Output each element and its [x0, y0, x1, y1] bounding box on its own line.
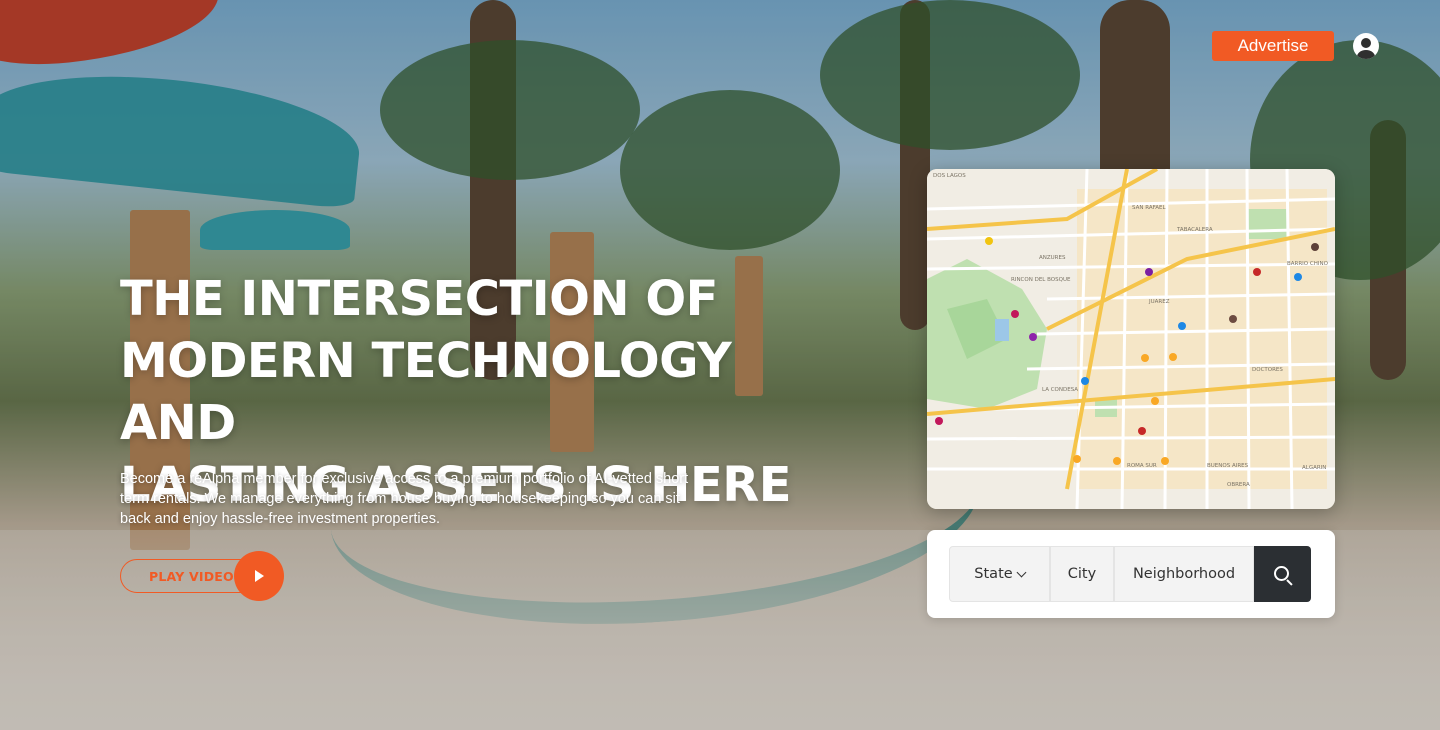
svg-text:RINCON DEL BOSQUE: RINCON DEL BOSQUE — [1011, 277, 1071, 283]
svg-text:ANZURES: ANZURES — [1039, 255, 1066, 261]
svg-text:ALGARIN: ALGARIN — [1302, 465, 1326, 471]
user-icon-head — [1361, 38, 1371, 48]
user-circle-icon[interactable] — [1353, 33, 1379, 59]
play-icon[interactable] — [234, 551, 284, 601]
svg-text:JUAREZ: JUAREZ — [1148, 299, 1170, 305]
search-button[interactable] — [1254, 546, 1311, 602]
headline-line-1: THE INTERSECTION OF — [120, 271, 718, 327]
svg-text:LA CONDESA: LA CONDESA — [1042, 387, 1078, 393]
svg-text:DOS LAGOS: DOS LAGOS — [933, 173, 966, 179]
hero-subcopy: Become a reAlpha member for exclusive ac… — [120, 471, 689, 527]
svg-text:BARRIO CHINO: BARRIO CHINO — [1287, 261, 1329, 267]
state-label: State — [974, 566, 1013, 582]
play-video-label: PLAY VIDEO — [149, 569, 234, 584]
play-triangle — [255, 570, 264, 582]
map-graphic: DOS LAGOS SAN RAFAEL TABACALERA BARRIO C… — [927, 169, 1335, 509]
svg-text:OBRERA: OBRERA — [1227, 482, 1250, 488]
svg-text:TABACALERA: TABACALERA — [1176, 227, 1213, 233]
neighborhood-field[interactable]: Neighborhood — [1114, 546, 1254, 602]
map-lake — [995, 319, 1009, 341]
map-preview[interactable]: DOS LAGOS SAN RAFAEL TABACALERA BARRIO C… — [927, 169, 1335, 509]
svg-text:SAN RAFAEL: SAN RAFAEL — [1132, 205, 1166, 211]
advertise-button[interactable]: Advertise — [1212, 31, 1334, 61]
state-dropdown[interactable]: State — [949, 546, 1050, 602]
neighborhood-label: Neighborhood — [1132, 566, 1236, 582]
city-label: City — [1067, 566, 1097, 582]
user-icon-body — [1357, 50, 1375, 59]
svg-text:BUENOS AIRES: BUENOS AIRES — [1207, 463, 1249, 469]
svg-text:DOCTORES: DOCTORES — [1252, 367, 1283, 373]
location-search-panel: State City Neighborhood — [927, 530, 1335, 618]
search-icon-handle — [1286, 579, 1293, 586]
map-small-park — [1247, 209, 1287, 239]
chevron-down-icon — [1016, 567, 1027, 577]
svg-text:ROMA SUR: ROMA SUR — [1127, 463, 1157, 469]
headline-line-2: MODERN TECHNOLOGY AND — [120, 333, 732, 451]
city-field[interactable]: City — [1050, 546, 1114, 602]
